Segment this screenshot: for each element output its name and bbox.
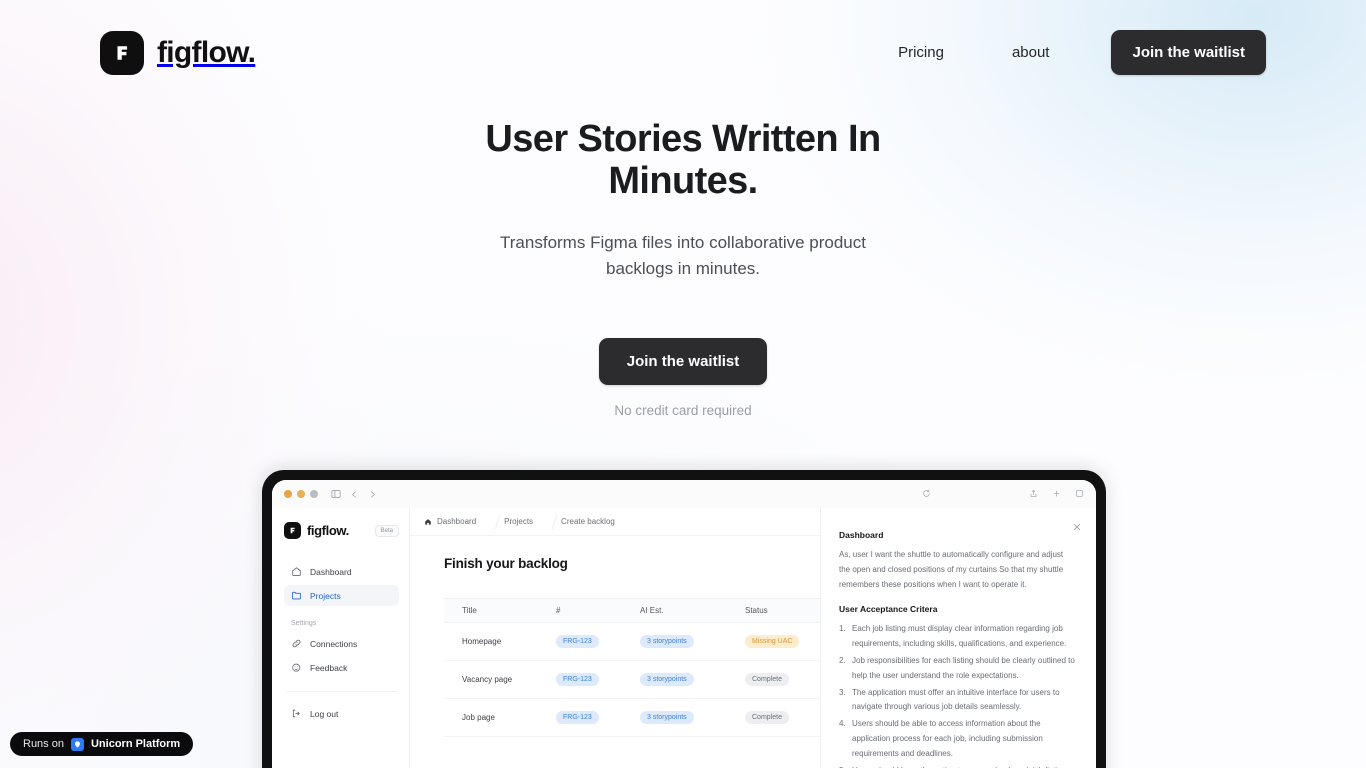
sidebar-item-feedback[interactable]: Feedback [284, 657, 399, 678]
story-detail-panel: Dashboard As, user I want the shuttle to… [820, 508, 1096, 768]
unicorn-platform-icon [70, 737, 84, 751]
site-header: figflow. Pricing about Join the waitlist [0, 0, 1366, 105]
sidebar-toggle-icon[interactable] [331, 489, 341, 499]
cell-status-badge: Missing UAC [745, 635, 800, 648]
sidebar-divider [286, 691, 397, 692]
home-icon [291, 566, 302, 577]
link-icon [291, 638, 302, 649]
brand-logo[interactable]: figflow. [100, 30, 256, 75]
acceptance-criteria-list: Each job listing must display clear info… [839, 622, 1076, 768]
hero-section: User Stories Written In Minutes. Transfo… [0, 118, 1366, 418]
close-window-icon[interactable] [284, 490, 292, 498]
breadcrumb-item-create-backlog[interactable]: Create backlog [561, 517, 628, 526]
sidebar-item-connections[interactable]: Connections [284, 633, 399, 654]
folder-icon [291, 590, 302, 601]
cell-estimate-badge: 3 storypoints [640, 711, 694, 724]
sidebar-label-dashboard: Dashboard [310, 566, 352, 577]
app-sidebar: figflow. Beta Dashboard Projects Setting… [272, 508, 410, 768]
sidebar-item-logout[interactable]: Log out [284, 703, 399, 724]
browser-chrome [272, 480, 1096, 508]
product-screenshot-mockup: figflow. Beta Dashboard Projects Setting… [262, 470, 1106, 768]
hero-subtitle: Transforms Figma files into collaborativ… [500, 233, 866, 278]
detail-story-text: As, user I want the shuttle to automatic… [839, 550, 1064, 589]
acceptance-criteria-item: Each job listing must display clear info… [839, 622, 1067, 649]
column-header-title: Title [462, 606, 477, 615]
detail-heading: Dashboard [839, 530, 884, 540]
acceptance-criteria-item: Job responsibilities for each listing sh… [839, 654, 1075, 680]
cell-estimate-badge: 3 storypoints [640, 635, 694, 648]
minimize-window-icon[interactable] [297, 490, 305, 498]
figflow-logo-icon [100, 30, 144, 75]
sidebar-section-settings: Settings [291, 620, 317, 627]
app-brand-name: figflow. [307, 523, 349, 538]
maximize-window-icon[interactable] [310, 490, 318, 498]
smiley-icon [291, 662, 302, 673]
runs-on-prefix: Runs on [23, 738, 64, 750]
home-icon-breadcrumb [424, 518, 432, 526]
share-icon[interactable] [1029, 485, 1038, 503]
figflow-logo-icon-small [284, 522, 301, 539]
sidebar-item-dashboard[interactable]: Dashboard [284, 561, 399, 582]
detail-criteria-heading: User Acceptance Critera [839, 604, 938, 615]
device-screen: figflow. Beta Dashboard Projects Setting… [272, 480, 1096, 768]
forward-arrow-icon[interactable] [368, 490, 377, 499]
hero-join-waitlist-button[interactable]: Join the waitlist [598, 338, 768, 386]
acceptance-criteria-item: Users should be able to access informati… [839, 717, 1043, 758]
app-main: Dashboard Projects Create backlog Finish… [410, 508, 1096, 768]
breadcrumb-separator-icon [546, 513, 555, 531]
app-ui: figflow. Beta Dashboard Projects Setting… [272, 508, 1096, 768]
breadcrumb-item-projects[interactable]: Projects [504, 517, 546, 526]
beta-badge: Beta [374, 524, 399, 537]
close-icon[interactable] [1072, 522, 1082, 532]
hero-note: No credit card required [614, 403, 752, 419]
back-arrow-icon[interactable] [350, 490, 359, 499]
cell-status-badge: Complete [745, 711, 789, 724]
runs-on-platform-name: Unicorn Platform [90, 738, 181, 750]
nav-link-about[interactable]: about [1012, 34, 1050, 71]
cell-estimate-badge: 3 storypoints [640, 673, 694, 686]
refresh-icon[interactable] [922, 485, 931, 503]
logout-icon [291, 708, 302, 719]
cell-key-badge: FRG-123 [556, 673, 599, 686]
cell-status-badge: Complete [745, 673, 789, 686]
breadcrumb-separator-icon [489, 513, 498, 531]
nav-link-pricing[interactable]: Pricing [898, 34, 944, 71]
runs-on-badge[interactable]: Runs on Unicorn Platform [10, 732, 194, 756]
sidebar-item-projects[interactable]: Projects [284, 585, 399, 606]
cell-key-badge: FRG-123 [556, 711, 599, 724]
landing-page: figflow. Pricing about Join the waitlist… [0, 0, 1366, 768]
sidebar-label-logout: Log out [310, 708, 339, 719]
breadcrumb-item-dashboard[interactable]: Dashboard [424, 517, 489, 526]
sidebar-label-connections: Connections [310, 638, 358, 649]
acceptance-criteria-item: Users should have the option to save or … [839, 764, 1076, 768]
hero-title: User Stories Written In Minutes. [485, 118, 881, 203]
cell-key-badge: FRG-123 [556, 635, 599, 648]
cell-title: Job page [462, 713, 495, 722]
hero-cta-wrap: Join the waitlist [0, 338, 1366, 386]
sidebar-label-feedback: Feedback [310, 662, 348, 673]
window-traffic-lights[interactable] [284, 490, 318, 498]
breadcrumb-label-projects: Projects [504, 517, 534, 526]
breadcrumb-label-dashboard: Dashboard [437, 517, 477, 526]
brand-name: figflow. [157, 35, 256, 69]
header-join-waitlist-button[interactable]: Join the waitlist [1111, 30, 1266, 75]
cell-title: Homepage [462, 637, 502, 646]
sidebar-label-projects: Projects [310, 590, 341, 601]
cell-title: Vacancy page [462, 675, 513, 684]
new-tab-icon[interactable] [1052, 485, 1061, 503]
tabs-icon[interactable] [1075, 485, 1084, 503]
column-header-ai-est: AI Est. [640, 606, 664, 615]
column-header-key: # [556, 606, 561, 615]
app-brand[interactable]: figflow. Beta [284, 522, 399, 539]
breadcrumb-label-create-backlog: Create backlog [561, 517, 615, 526]
acceptance-criteria-item: The application must offer an intuitive … [839, 686, 1060, 712]
main-nav: Pricing about Join the waitlist [898, 30, 1266, 75]
